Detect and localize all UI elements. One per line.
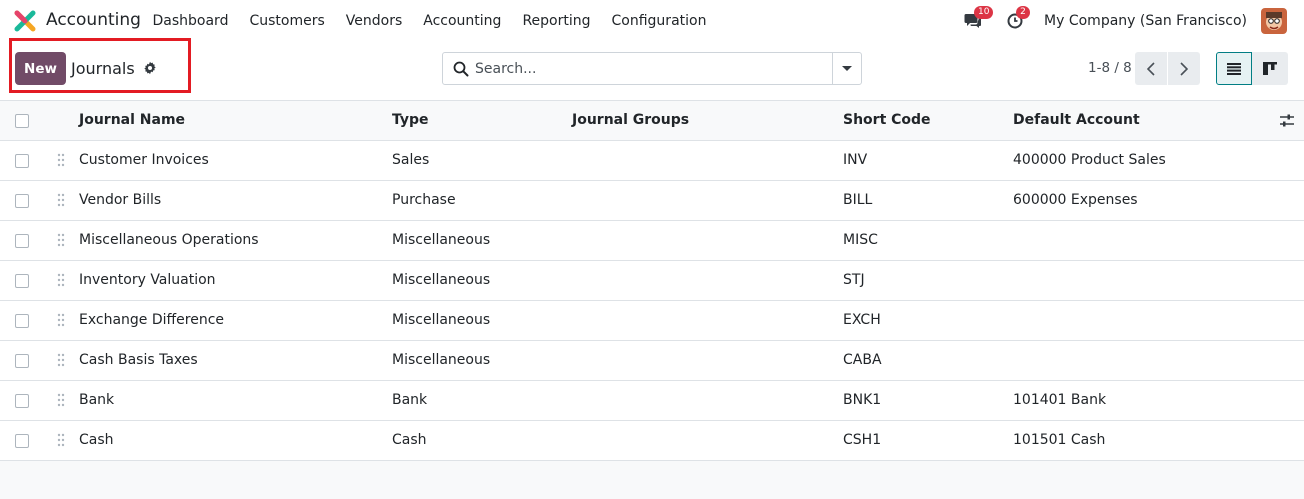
cell-short-code: CABA (843, 352, 882, 368)
search-bar (442, 52, 862, 85)
cell-default-account: 101401 Bank (1013, 392, 1107, 408)
cell-default-account: 600000 Expenses (1013, 192, 1138, 208)
cell-journal-name: Bank (79, 392, 115, 408)
pager-previous-button[interactable] (1135, 52, 1167, 85)
cell-default-account: 400000 Product Sales (1013, 152, 1166, 168)
row-checkbox[interactable] (15, 394, 29, 408)
cell-short-code: EXCH (843, 312, 881, 328)
pager-next-button[interactable] (1168, 52, 1200, 85)
cell-journal-name: Miscellaneous Operations (79, 232, 259, 248)
column-header-short-code[interactable]: Short Code (843, 101, 931, 140)
cell-journal-name: Cash (79, 432, 114, 448)
gear-icon[interactable] (143, 61, 157, 75)
cell-type: Cash (392, 432, 427, 448)
chevron-left-icon (1147, 61, 1155, 76)
kanban-view-button[interactable] (1252, 52, 1288, 85)
kanban-icon (1263, 62, 1277, 75)
main-menu: Dashboard Customers Vendors Accounting R… (142, 0, 717, 42)
table-row[interactable]: Cash Basis Taxes Miscellaneous CABA (0, 341, 1304, 381)
cell-journal-name: Cash Basis Taxes (79, 352, 198, 368)
new-button[interactable]: New (15, 52, 66, 85)
search-icon (453, 61, 469, 77)
column-header-journal-name[interactable]: Journal Name (79, 101, 185, 140)
table-row[interactable]: Inventory Valuation Miscellaneous STJ (0, 261, 1304, 301)
cell-short-code: MISC (843, 232, 878, 248)
cell-short-code: BILL (843, 192, 873, 208)
search-input[interactable] (475, 54, 830, 83)
drag-handle-icon[interactable] (57, 193, 65, 207)
select-all-checkbox[interactable] (15, 114, 29, 128)
caret-down-icon (842, 65, 852, 71)
menu-item-accounting[interactable]: Accounting (413, 13, 512, 29)
systray: 10 2 My Company (San Francisco) (962, 0, 1304, 42)
cell-type: Miscellaneous (392, 312, 491, 328)
cell-journal-name: Customer Invoices (79, 152, 209, 168)
activities-button[interactable]: 2 (1004, 6, 1031, 32)
row-checkbox[interactable] (15, 234, 29, 248)
menu-item-reporting[interactable]: Reporting (512, 13, 601, 29)
search-options-toggle[interactable] (832, 53, 861, 84)
drag-handle-icon[interactable] (57, 353, 65, 367)
company-switcher[interactable]: My Company (San Francisco) (1044, 13, 1247, 29)
cell-type: Bank (392, 392, 428, 408)
cell-default-account: 101501 Cash (1013, 432, 1106, 448)
table-row[interactable]: Customer Invoices Sales INV 400000 Produ… (0, 141, 1304, 181)
menu-item-customers[interactable]: Customers (239, 13, 335, 29)
list-view-button[interactable] (1216, 52, 1252, 85)
messages-count-badge: 10 (974, 6, 994, 19)
top-navbar: Accounting Dashboard Customers Vendors A… (0, 0, 1304, 42)
activities-count-badge: 2 (1016, 6, 1031, 19)
menu-item-dashboard[interactable]: Dashboard (142, 13, 239, 29)
optional-columns-icon[interactable] (1279, 113, 1295, 129)
drag-handle-icon[interactable] (57, 233, 65, 247)
column-header-type[interactable]: Type (392, 101, 429, 140)
drag-handle-icon[interactable] (57, 433, 65, 447)
control-panel: New Journals 1-8 / 8 (0, 38, 1304, 101)
cell-type: Purchase (392, 192, 456, 208)
cell-short-code: STJ (843, 272, 865, 288)
accounting-app-icon[interactable] (14, 10, 36, 32)
cell-type: Sales (392, 152, 430, 168)
cell-journal-name: Inventory Valuation (79, 272, 216, 288)
menu-item-vendors[interactable]: Vendors (335, 13, 412, 29)
row-checkbox[interactable] (15, 434, 29, 448)
cell-short-code: BNK1 (843, 392, 882, 408)
cell-journal-name: Vendor Bills (79, 192, 162, 208)
page-title: Journals (71, 59, 135, 78)
table-row[interactable]: Miscellaneous Operations Miscellaneous M… (0, 221, 1304, 261)
table-row[interactable]: Exchange Difference Miscellaneous EXCH (0, 301, 1304, 341)
row-checkbox[interactable] (15, 194, 29, 208)
user-avatar-icon (1261, 8, 1287, 34)
list-icon (1227, 62, 1241, 75)
app-name[interactable]: Accounting (46, 10, 141, 30)
table-row[interactable]: Cash Cash CSH1 101501 Cash (0, 421, 1304, 461)
drag-handle-icon[interactable] (57, 313, 65, 327)
table-header-row: Journal Name Type Journal Groups Short C… (0, 101, 1304, 141)
cell-short-code: CSH1 (843, 432, 882, 448)
journals-table: Journal Name Type Journal Groups Short C… (0, 101, 1304, 461)
menu-item-configuration[interactable]: Configuration (601, 13, 717, 29)
drag-handle-icon[interactable] (57, 393, 65, 407)
cell-short-code: INV (843, 152, 868, 168)
table-row[interactable]: Vendor Bills Purchase BILL 600000 Expens… (0, 181, 1304, 221)
cell-journal-name: Exchange Difference (79, 312, 225, 328)
user-avatar[interactable] (1261, 8, 1287, 34)
cell-type: Miscellaneous (392, 352, 491, 368)
row-checkbox[interactable] (15, 154, 29, 168)
pager-value[interactable]: 1-8 / 8 (1088, 60, 1132, 76)
cell-type: Miscellaneous (392, 232, 491, 248)
row-checkbox[interactable] (15, 274, 29, 288)
row-checkbox[interactable] (15, 354, 29, 368)
row-checkbox[interactable] (15, 314, 29, 328)
drag-handle-icon[interactable] (57, 273, 65, 287)
cell-type: Miscellaneous (392, 272, 491, 288)
table-row[interactable]: Bank Bank BNK1 101401 Bank (0, 381, 1304, 421)
chevron-right-icon (1180, 61, 1188, 76)
drag-handle-icon[interactable] (57, 153, 65, 167)
column-header-default-account[interactable]: Default Account (1013, 101, 1140, 140)
messages-button[interactable]: 10 (962, 6, 994, 32)
column-header-journal-groups[interactable]: Journal Groups (572, 101, 689, 140)
